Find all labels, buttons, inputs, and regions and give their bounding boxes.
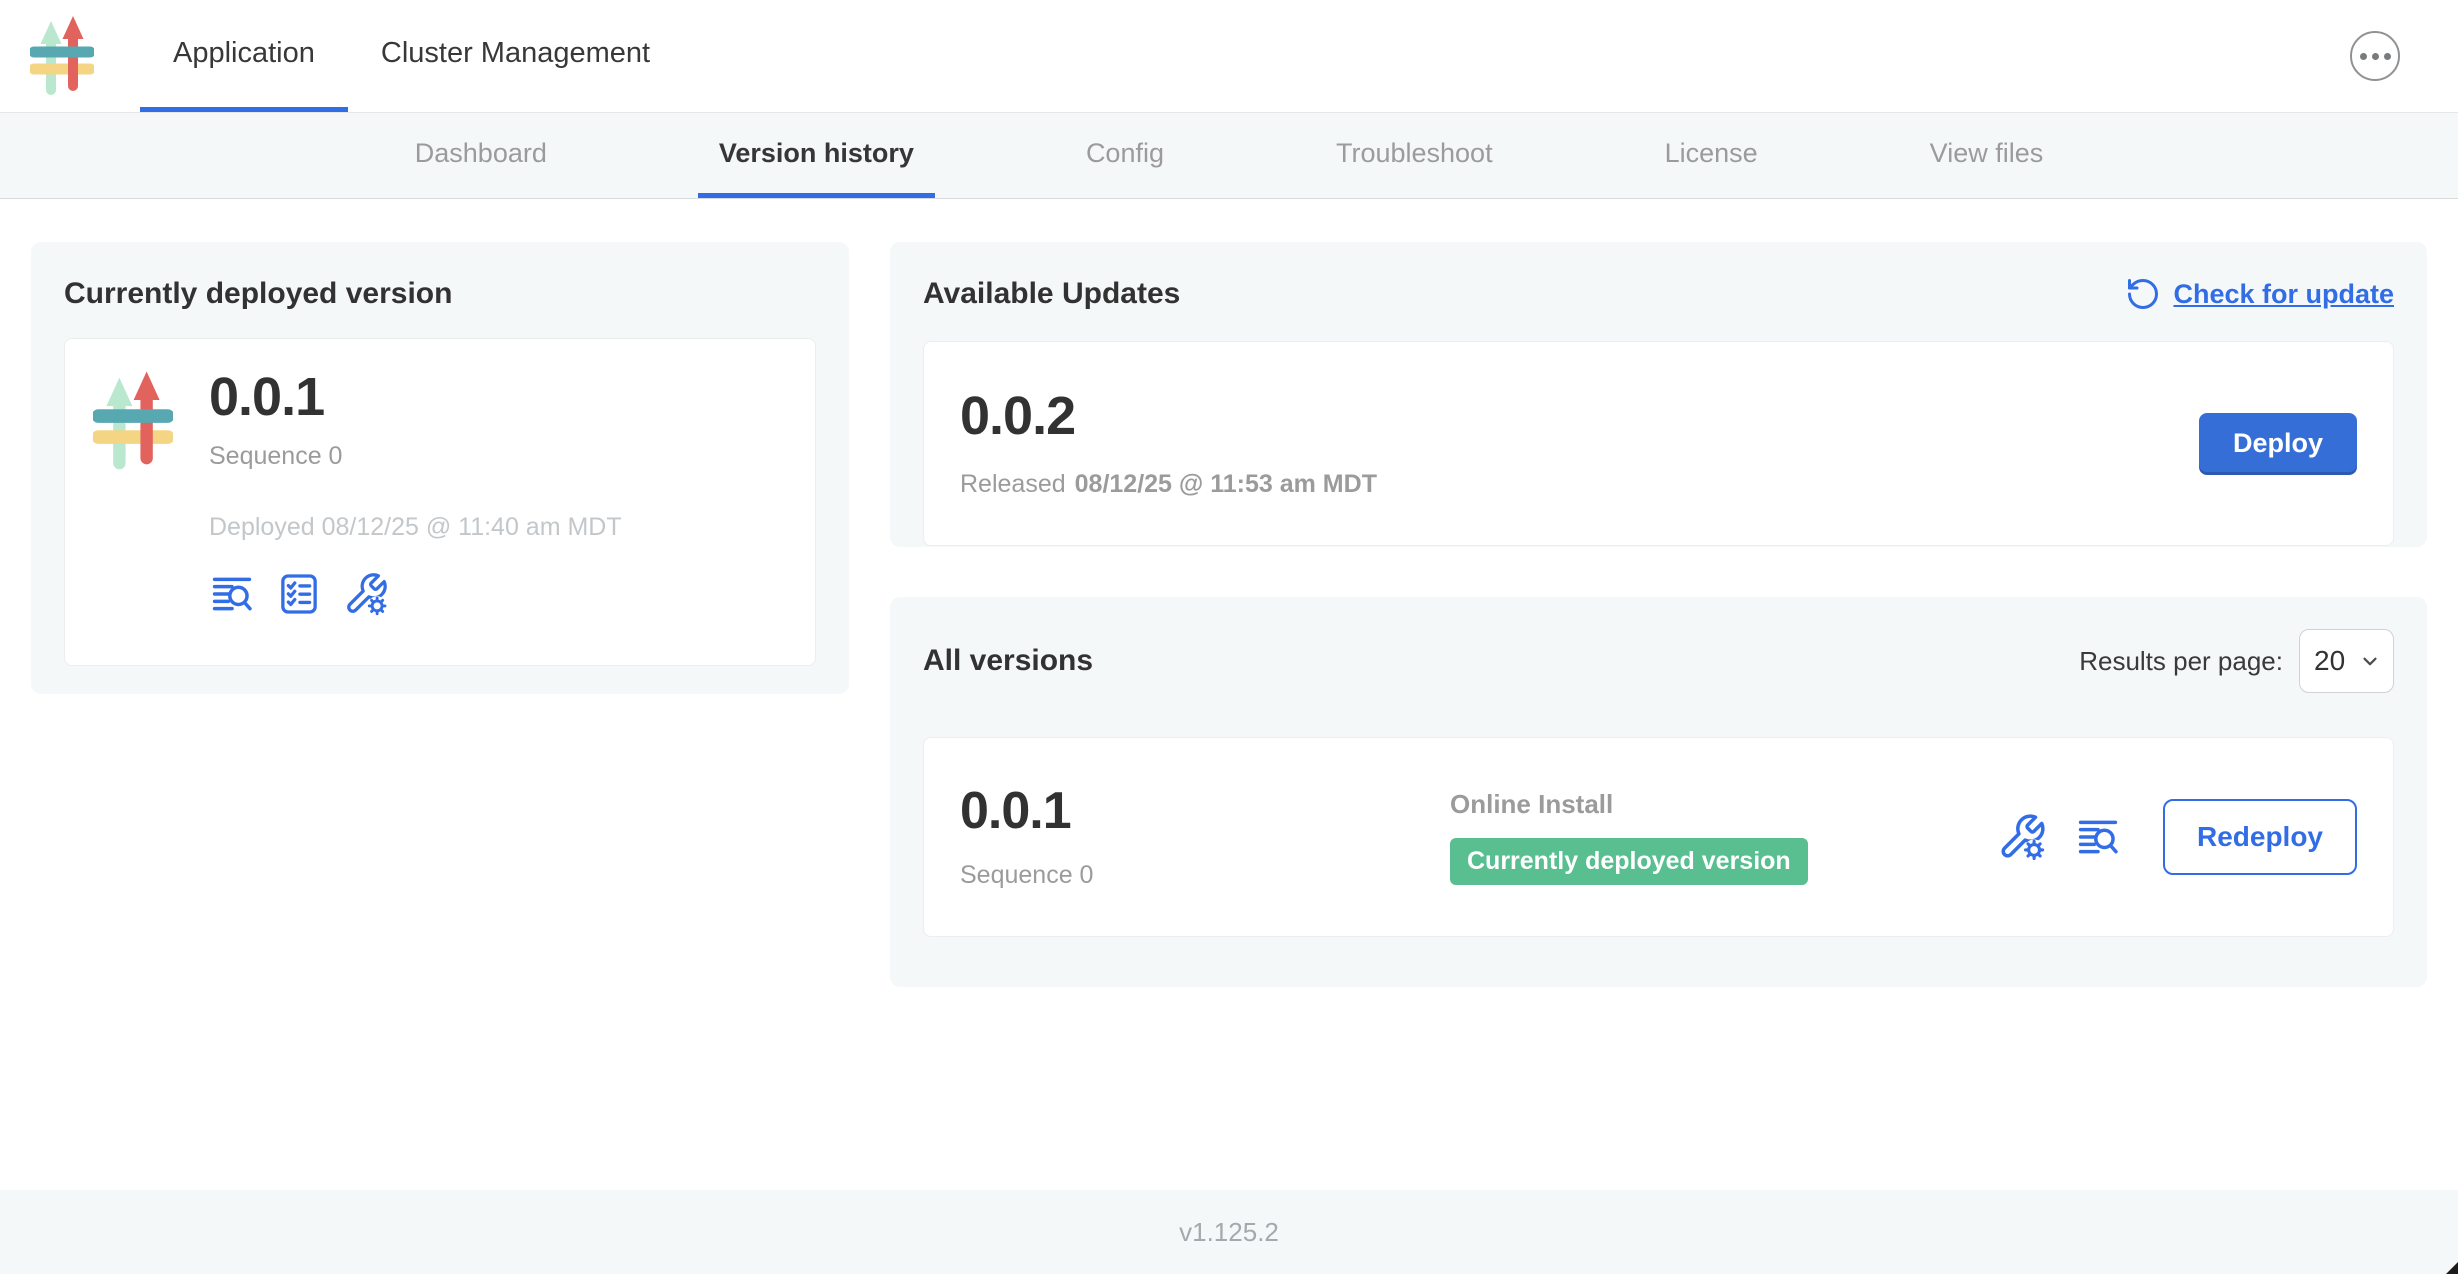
chevron-down-icon bbox=[2359, 650, 2381, 672]
console-footer: v1.125.2 bbox=[0, 1190, 2458, 1274]
app-logo-icon bbox=[93, 369, 173, 635]
deploy-logs-icon[interactable] bbox=[209, 572, 255, 616]
all-versions-card: All versions Results per page: 20 0.0. bbox=[890, 597, 2427, 987]
update-row: 0.0.2 Released08/12/25 @ 11:53 am MDT De… bbox=[923, 341, 2394, 546]
console-version-label: v1.125.2 bbox=[1179, 1217, 1279, 1248]
currently-deployed-title: Currently deployed version bbox=[64, 274, 816, 314]
tab-view-files[interactable]: View files bbox=[1909, 113, 2065, 198]
update-version-label: 0.0.2 bbox=[960, 388, 1377, 445]
available-updates-title: Available Updates bbox=[923, 274, 1180, 314]
app-subnav: Dashboard Version history Config Trouble… bbox=[0, 113, 2458, 199]
deploy-button[interactable]: Deploy bbox=[2199, 413, 2357, 475]
header-tab-label: Application bbox=[173, 37, 315, 70]
tab-troubleshoot[interactable]: Troubleshoot bbox=[1315, 113, 1514, 198]
header-tab-label: Cluster Management bbox=[381, 37, 650, 70]
deployed-timestamp: Deployed 08/12/25 @ 11:40 am MDT bbox=[209, 513, 622, 542]
update-released-timestamp: Released08/12/25 @ 11:53 am MDT bbox=[960, 470, 1377, 499]
tab-config[interactable]: Config bbox=[1065, 113, 1185, 198]
overflow-menu-button[interactable] bbox=[2350, 31, 2400, 81]
available-updates-card: Available Updates Check for update 0.0.2… bbox=[890, 242, 2427, 547]
status-badge: Currently deployed version bbox=[1450, 838, 1808, 885]
all-versions-title: All versions bbox=[923, 641, 1093, 681]
mouse-cursor bbox=[2446, 1262, 2458, 1274]
tab-dashboard[interactable]: Dashboard bbox=[394, 113, 568, 198]
main-content: Currently deployed version 0.0.1 Sequenc… bbox=[0, 199, 2458, 1190]
row-version-label: 0.0.1 bbox=[960, 784, 1450, 839]
deployed-version-label: 0.0.1 bbox=[209, 369, 622, 426]
kots-admin-console: Application Cluster Management Dashboard… bbox=[0, 0, 2458, 1274]
version-row: 0.0.1 Sequence 0 Online Install Currentl… bbox=[923, 737, 2394, 937]
results-per-page-value: 20 bbox=[2314, 645, 2345, 677]
edit-config-icon[interactable] bbox=[1997, 811, 2047, 863]
results-per-page-select[interactable]: 20 bbox=[2299, 629, 2394, 693]
deployed-version-card: 0.0.1 Sequence 0 Deployed 08/12/25 @ 11:… bbox=[64, 338, 816, 666]
app-level-tabs: Application Cluster Management bbox=[140, 0, 683, 112]
tab-version-history[interactable]: Version history bbox=[698, 113, 935, 198]
results-per-page-label: Results per page: bbox=[2079, 646, 2283, 677]
install-type-label: Online Install bbox=[1450, 789, 1808, 820]
redeploy-button[interactable]: Redeploy bbox=[2163, 799, 2357, 875]
deployed-sequence-label: Sequence 0 bbox=[209, 442, 622, 471]
preflight-checks-icon[interactable] bbox=[277, 571, 321, 617]
row-sequence-label: Sequence 0 bbox=[960, 861, 1450, 890]
currently-deployed-card: Currently deployed version 0.0.1 Sequenc… bbox=[31, 242, 849, 694]
app-header: Application Cluster Management bbox=[0, 0, 2458, 113]
row-actions: Redeploy bbox=[1997, 799, 2357, 875]
refresh-icon bbox=[2125, 276, 2161, 312]
ellipsis-icon bbox=[2360, 53, 2367, 60]
edit-config-icon[interactable] bbox=[343, 570, 389, 618]
deploy-logs-icon[interactable] bbox=[2075, 815, 2121, 859]
check-for-update-label: Check for update bbox=[2173, 279, 2394, 310]
header-tab-application[interactable]: Application bbox=[140, 0, 348, 112]
tab-license[interactable]: License bbox=[1644, 113, 1779, 198]
header-tab-cluster-management[interactable]: Cluster Management bbox=[348, 0, 683, 112]
deployed-actions bbox=[209, 570, 622, 618]
check-for-update-link[interactable]: Check for update bbox=[2125, 276, 2394, 312]
app-logo-icon bbox=[30, 0, 94, 112]
